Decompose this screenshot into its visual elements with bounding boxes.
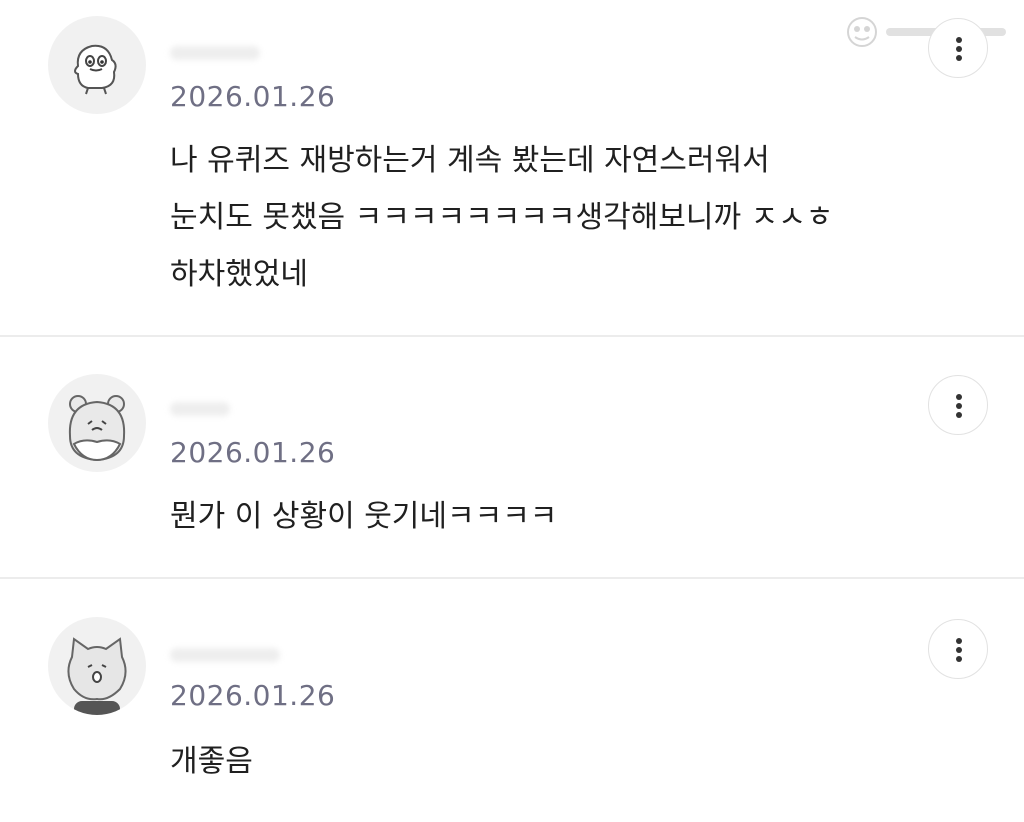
comment-divider [0, 577, 1024, 579]
comment-text-line: 개좋음 [170, 744, 253, 779]
comment-text-line: 눈치도 못챘음 ㅋㅋㅋㅋㅋㅋㅋㅋ생각해보니까 ㅈㅅㅎ [170, 200, 834, 235]
author-name-blurred [170, 648, 280, 662]
comment-text-line: 뭔가 이 상황이 웃기네ㅋㅋㅋㅋ [170, 499, 558, 534]
more-vertical-icon [956, 394, 962, 418]
comment-text-line: 나 유퀴즈 재방하는거 계속 봤는데 자연스러워서 [170, 143, 770, 178]
comment-date: 2026.01.26 [170, 436, 336, 469]
comment-text: 나 유퀴즈 재방하는거 계속 봤는데 자연스러워서 눈치도 못챘음 ㅋㅋㅋㅋㅋㅋ… [170, 132, 833, 303]
cat-avatar-icon[interactable] [48, 617, 146, 715]
comment-text: 개좋음 [170, 733, 253, 790]
more-options-button[interactable] [928, 619, 988, 679]
author-name-blurred [170, 46, 260, 60]
comment-text: 뭔가 이 상황이 웃기네ㅋㅋㅋㅋ [170, 488, 557, 545]
duck-avatar-icon[interactable] [48, 16, 146, 114]
comment-date: 2026.01.26 [170, 679, 336, 712]
more-options-button[interactable] [928, 18, 988, 78]
comment-date: 2026.01.26 [170, 80, 336, 113]
more-options-button[interactable] [928, 375, 988, 435]
bear-avatar-icon[interactable] [48, 374, 146, 472]
more-vertical-icon [956, 37, 962, 61]
author-name-blurred [170, 402, 230, 416]
comment-text-line: 하차했었네 [170, 257, 308, 292]
comment-divider [0, 335, 1024, 337]
more-vertical-icon [956, 638, 962, 662]
